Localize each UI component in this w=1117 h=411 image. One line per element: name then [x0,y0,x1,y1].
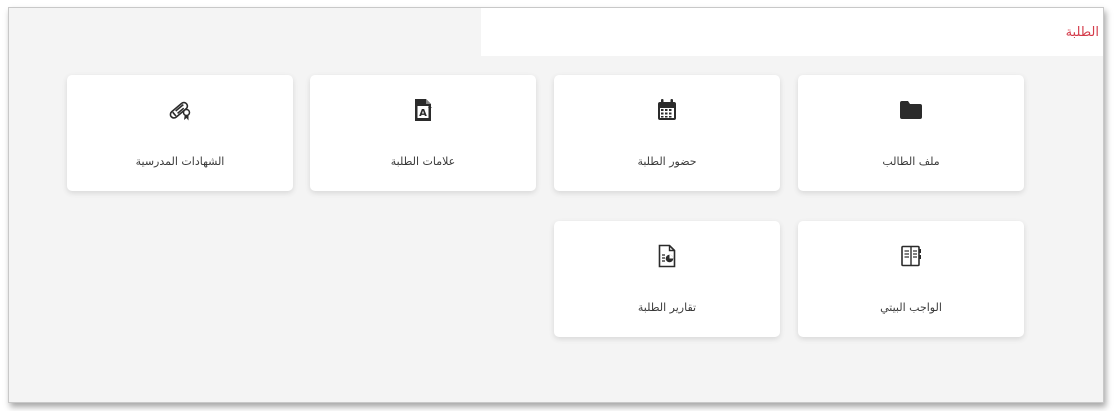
students-panel: الطلبة ملف الطالب حضور الطلبة A + علامات… [8,7,1104,403]
homework-card[interactable]: الواجب البيتي [798,221,1024,337]
folder-icon [798,99,1024,121]
student-reports-card[interactable]: تقارير الطلبة [554,221,780,337]
panel-header: الطلبة [481,8,1103,56]
calendar-icon [554,99,780,121]
svg-text:A: A [419,108,427,119]
report-document-icon [554,244,780,268]
student-attendance-card[interactable]: حضور الطلبة [554,75,780,191]
grade-document-icon: A + [310,99,536,121]
card-label: تقارير الطلبة [637,301,697,314]
school-certificates-card[interactable]: الشهادات المدرسية [67,75,293,191]
card-label: الواجب البيتي [880,301,942,314]
student-profile-card[interactable]: ملف الطالب [798,75,1024,191]
svg-text:+: + [428,105,433,112]
card-label: علامات الطلبة [390,155,456,168]
notebook-icon [798,245,1024,267]
page-title: الطلبة [1065,25,1099,40]
card-label: ملف الطالب [882,155,940,168]
card-label: حضور الطلبة [637,155,697,168]
card-label: الشهادات المدرسية [135,155,225,168]
diploma-icon [67,99,293,121]
student-grades-card[interactable]: A + علامات الطلبة [310,75,536,191]
